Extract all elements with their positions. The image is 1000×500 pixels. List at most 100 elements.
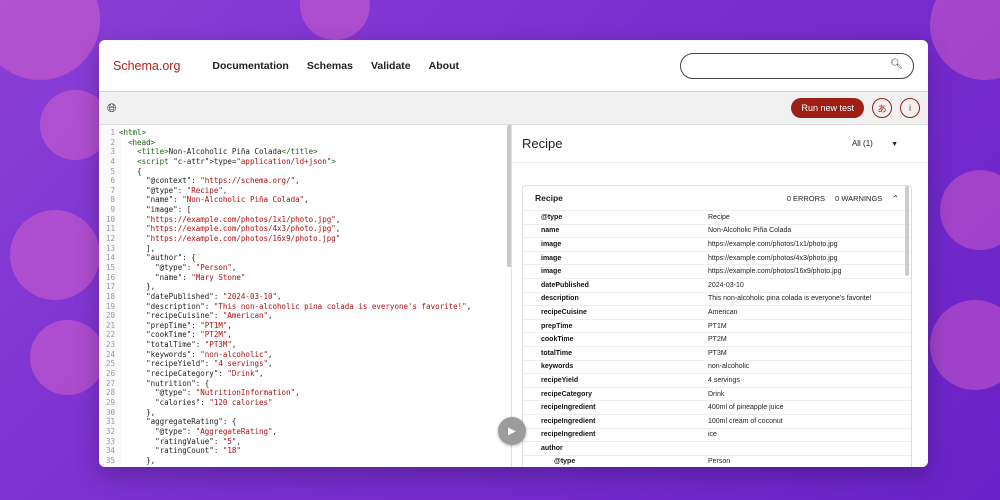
- code-line: 32 "@type": "AggregateRating",: [99, 427, 511, 437]
- property-name: image: [541, 254, 562, 262]
- property-row: author: [523, 442, 911, 456]
- search-icon[interactable]: 🔍︎: [890, 59, 903, 70]
- warnings-count: 0 WARNINGS: [835, 193, 883, 203]
- property-name: recipeIngredient: [541, 417, 596, 425]
- translate-icon[interactable]: あ: [872, 98, 892, 118]
- line-number: 5: [110, 166, 115, 176]
- property-name: image: [541, 268, 562, 276]
- browser-window: Schema.org Documentation Schemas Validat…: [99, 40, 928, 467]
- code-text: "cookTime": "PT2M",: [119, 330, 232, 340]
- background-bubble: [930, 0, 1000, 80]
- code-line: 6 "@context": "https://schema.org/",: [99, 176, 511, 186]
- line-number: 4: [110, 156, 115, 166]
- code-line: 30 },: [99, 408, 511, 418]
- property-row: totalTime PT3M: [523, 347, 911, 361]
- code-line: 1 <html>: [99, 128, 511, 138]
- info-icon[interactable]: i: [900, 98, 920, 118]
- code-text: "name": "Mary Stone": [119, 272, 246, 282]
- search-input[interactable]: 🔍︎: [680, 52, 914, 79]
- property-name: recipeIngredient: [541, 404, 596, 412]
- code-text: "ratingValue": "5",: [119, 436, 241, 446]
- results-filter-dropdown[interactable]: All (1) ▼: [852, 139, 898, 148]
- property-row: prepTime PT1M: [523, 320, 911, 334]
- results-header: Recipe All (1) ▼: [512, 125, 928, 163]
- line-number: 30: [105, 407, 115, 417]
- property-name: cookTime: [541, 336, 574, 344]
- results-scrollbar[interactable]: [905, 186, 909, 276]
- top-navigation: Schema.org Documentation Schemas Validat…: [99, 40, 928, 92]
- run-new-test-button[interactable]: Run new test: [791, 98, 864, 118]
- property-value: https://example.com/photos/16x9/photo.jp…: [708, 268, 842, 276]
- code-text: {: [119, 166, 142, 176]
- nav-schemas[interactable]: Schemas: [307, 60, 353, 72]
- caret-down-icon: ▼: [891, 141, 898, 148]
- results-panel: Recipe All (1) ▼ Recipe 0 ERRORS 0 WARNI…: [512, 125, 928, 467]
- line-number: 32: [105, 426, 115, 436]
- code-text: "name": "Non-Alcoholic Piña Colada",: [119, 195, 309, 205]
- nav-documentation[interactable]: Documentation: [212, 60, 288, 72]
- property-row: recipeIngredient ice: [523, 429, 911, 443]
- property-name: name: [541, 227, 560, 235]
- property-row: cookTime PT2M: [523, 333, 911, 347]
- code-line: 14 "author": {: [99, 253, 511, 263]
- property-name: prepTime: [541, 322, 573, 330]
- line-number: 28: [105, 388, 115, 398]
- background-bubble: [300, 0, 370, 40]
- filter-label: All (1): [851, 139, 873, 148]
- line-number: 13: [105, 243, 115, 253]
- property-value: 2024-03-10: [708, 281, 744, 289]
- code-line: 4 <script "c-attr">type="application/ld+…: [99, 157, 511, 167]
- property-value: https://example.com/photos/1x1/photo.jpg: [708, 240, 838, 248]
- code-line: 12 "https://example.com/photos/16x9/phot…: [99, 234, 511, 244]
- property-value: Non-Alcoholic Piña Colada: [708, 227, 792, 235]
- nav-about[interactable]: About: [429, 60, 459, 72]
- property-value: non-alcoholic: [708, 363, 750, 371]
- property-row: image https://example.com/photos/4x3/phot…: [523, 252, 911, 266]
- line-number: 6: [110, 176, 115, 186]
- play-icon[interactable]: ▶: [498, 417, 526, 445]
- line-number: 35: [105, 455, 115, 465]
- code-text: <head>: [128, 137, 156, 147]
- code-line: 11 "https://example.com/photos/4x3/photo…: [99, 224, 511, 234]
- property-value: 4 servings: [708, 376, 740, 384]
- property-name: recipeCuisine: [541, 308, 587, 316]
- code-text: "calories": "120 calories": [119, 397, 273, 407]
- code-text: "totalTime": "PT3M",: [119, 340, 237, 350]
- card-header[interactable]: Recipe 0 ERRORS 0 WARNINGS ⌃: [523, 186, 911, 211]
- code-line: 2 <head>: [99, 138, 511, 148]
- code-text: "@type": "AggregateRating",: [119, 426, 278, 436]
- line-number: 21: [105, 320, 115, 330]
- code-line: 26 "recipeCategory": "Drink",: [99, 369, 511, 379]
- property-value: American: [708, 308, 738, 316]
- code-line: 25 "recipeYield": "4 servings",: [99, 359, 511, 369]
- brand-logo[interactable]: Schema.org: [113, 59, 180, 73]
- property-value: 400ml of pineapple juice: [708, 404, 784, 412]
- nav-validate[interactable]: Validate: [371, 60, 411, 72]
- errors-count: 0 ERRORS: [786, 193, 826, 203]
- recipe-result-card: Recipe 0 ERRORS 0 WARNINGS ⌃ @type Recipe…: [522, 185, 912, 467]
- line-number: 33: [105, 436, 115, 446]
- code-text: "prepTime": "PT1M",: [119, 320, 232, 330]
- line-number: 8: [110, 195, 115, 205]
- code-line: 18 "datePublished": "2024-03-10",: [99, 292, 511, 302]
- code-line: 16 "name": "Mary Stone": [99, 273, 511, 283]
- code-line: 5 {: [99, 167, 511, 177]
- globe-icon[interactable]: 🌐︎: [107, 101, 117, 116]
- code-text: "ratingCount": "18": [119, 446, 241, 456]
- code-text: },: [119, 282, 156, 292]
- code-text: "https://example.com/photos/16x9/photo.j…: [146, 234, 341, 244]
- code-text: <title>Non-Alcoholic Piña Colada</title>: [137, 147, 318, 157]
- property-value: PT3M: [708, 349, 727, 357]
- line-number: 16: [105, 272, 115, 282]
- property-value: 100ml cream of coconut: [708, 417, 783, 425]
- line-number: 25: [105, 359, 115, 369]
- property-name: recipeCategory: [541, 390, 592, 398]
- code-line: 7 "@type": "Recipe",: [99, 186, 511, 196]
- property-name: @type: [554, 458, 576, 466]
- chevron-up-icon[interactable]: ⌃: [892, 194, 899, 203]
- line-number: 19: [105, 301, 115, 311]
- line-number: 20: [105, 311, 115, 321]
- code-line: 33 "ratingValue": "5",: [99, 437, 511, 447]
- code-text: "keywords": "non-alcoholic",: [119, 349, 273, 359]
- code-editor[interactable]: 1 <html> 2 <head> 3 <title>Non-Alcoholic Pi…: [99, 125, 512, 467]
